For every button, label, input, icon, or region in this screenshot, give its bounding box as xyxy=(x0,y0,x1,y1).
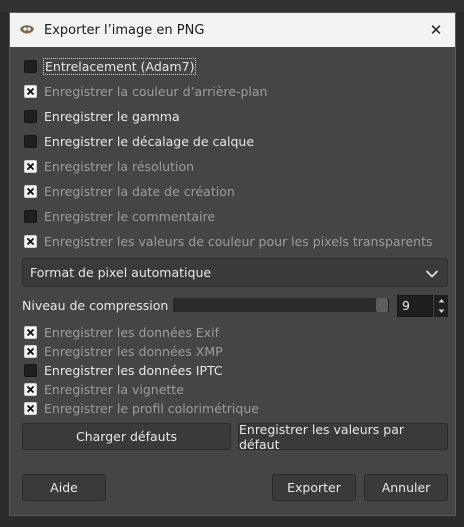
checkbox[interactable] xyxy=(24,382,37,396)
checkbox[interactable] xyxy=(24,59,37,73)
option-save-iptc[interactable]: Enregistrer les données IPTC xyxy=(24,360,223,380)
checkbox[interactable] xyxy=(24,209,37,223)
checkbox[interactable] xyxy=(24,84,37,98)
checkbox[interactable] xyxy=(24,363,37,377)
option-save-color-profile[interactable]: Enregistrer le profil colorimétrique xyxy=(24,398,259,418)
option-save-resolution[interactable]: Enregistrer la résolution xyxy=(24,156,194,176)
window-title: Exporter l’image en PNG xyxy=(44,22,205,38)
option-save-thumbnail[interactable]: Enregistrer la vignette xyxy=(24,379,184,399)
option-label: Enregistrer le décalage de calque xyxy=(44,133,255,149)
option-label: Enregistrer la date de création xyxy=(44,183,235,199)
save-defaults-button[interactable]: Enregistrer les valeurs par défaut xyxy=(238,422,448,452)
option-save-transparent-colors[interactable]: Enregistrer les valeurs de couleur pour … xyxy=(24,231,432,251)
option-label: Enregistrer les données XMP xyxy=(44,343,223,359)
option-save-gamma[interactable]: Enregistrer le gamma xyxy=(24,106,180,126)
checkbox[interactable] xyxy=(24,401,37,415)
load-defaults-button[interactable]: Charger défauts xyxy=(22,423,231,450)
checkbox[interactable] xyxy=(24,159,37,173)
export-png-dialog: Exporter l’image en PNG ✕ Entrelacement … xyxy=(9,12,456,516)
checkbox[interactable] xyxy=(24,109,37,123)
checkbox[interactable] xyxy=(24,344,37,358)
option-label: Enregistrer le gamma xyxy=(44,108,180,124)
option-save-exif[interactable]: Enregistrer les données Exif xyxy=(24,322,219,342)
title-bar: Exporter l’image en PNG ✕ xyxy=(10,13,455,47)
checkbox[interactable] xyxy=(24,325,37,339)
option-label: Enregistrer le profil colorimétrique xyxy=(44,400,259,416)
option-label: Enregistrer la résolution xyxy=(44,158,195,174)
checkbox[interactable] xyxy=(24,234,37,248)
checkbox[interactable] xyxy=(24,184,37,198)
pixel-format-value: Format de pixel automatique xyxy=(30,265,212,280)
slider-fill xyxy=(173,298,376,312)
export-button[interactable]: Exporter xyxy=(272,474,356,501)
cancel-button[interactable]: Annuler xyxy=(364,474,448,501)
option-label: Enregistrer les données IPTC xyxy=(44,362,223,378)
close-icon[interactable]: ✕ xyxy=(423,18,449,42)
option-save-background[interactable]: Enregistrer la couleur d’arrière-plan xyxy=(24,81,267,101)
option-save-layer-offset[interactable]: Enregistrer le décalage de calque xyxy=(24,131,254,151)
option-save-creation-date[interactable]: Enregistrer la date de création xyxy=(24,181,235,201)
compression-value[interactable]: 9 xyxy=(397,295,433,317)
spin-up-icon[interactable] xyxy=(434,295,448,306)
compression-spinbox[interactable]: 9 xyxy=(397,295,449,317)
background-app-bar xyxy=(0,0,464,12)
option-save-comment[interactable]: Enregistrer le commentaire xyxy=(24,206,215,226)
option-label: Enregistrer la couleur d’arrière-plan xyxy=(44,83,268,99)
option-save-xmp[interactable]: Enregistrer les données XMP xyxy=(24,341,223,361)
compression-label: Niveau de compression : xyxy=(22,298,177,313)
chevron-down-icon xyxy=(425,267,439,282)
pixel-format-select[interactable]: Format de pixel automatique xyxy=(22,258,448,287)
option-label: Enregistrer les valeurs de couleur pour … xyxy=(44,233,433,249)
gimp-app-icon xyxy=(18,21,36,39)
compression-control: Niveau de compression : 9 xyxy=(22,295,448,317)
help-button[interactable]: Aide xyxy=(22,474,106,501)
compression-slider[interactable] xyxy=(173,298,389,312)
option-label: Enregistrer les données Exif xyxy=(44,324,219,340)
slider-handle[interactable] xyxy=(376,298,388,312)
option-label: Enregistrer le commentaire xyxy=(44,208,216,224)
spin-down-icon[interactable] xyxy=(434,306,448,317)
checkbox[interactable] xyxy=(24,134,37,148)
option-label: Enregistrer la vignette xyxy=(44,381,184,397)
option-label: Entrelacement (Adam7) xyxy=(42,57,197,75)
option-interlace[interactable]: Entrelacement (Adam7) xyxy=(24,56,197,76)
